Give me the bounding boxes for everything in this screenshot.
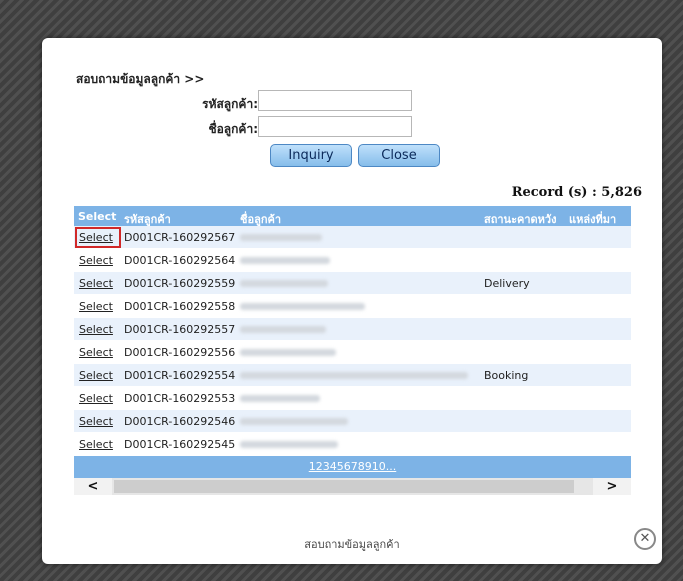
horizontal-scrollbar[interactable]: < >: [74, 478, 631, 495]
customer-code-cell: D001CR-160292558: [124, 300, 236, 313]
table-row: Select D001CR-160292557: [74, 318, 631, 341]
customer-grid: Select รหัสลูกค้า ชื่อลูกค้า สถานะคาดหวั…: [74, 206, 631, 495]
blurred-name-cell: [240, 326, 326, 333]
table-row: Select D001CR-160292559 Delivery: [74, 272, 631, 295]
table-row: Select D001CR-160292567: [74, 226, 631, 249]
dialog-footer-title: สอบถามข้อมูลลูกค้า: [304, 538, 400, 551]
close-icon[interactable]: ✕: [634, 528, 656, 550]
header-select: Select: [78, 210, 117, 223]
table-row: Select D001CR-160292564: [74, 249, 631, 272]
table-row: Select D001CR-160292545: [74, 433, 631, 456]
status-cell: Delivery: [484, 277, 530, 290]
form-title: สอบถามข้อมูลลูกค้า >>: [76, 72, 205, 86]
customer-code-cell: D001CR-160292545: [124, 438, 236, 451]
table-row: Select D001CR-160292558: [74, 295, 631, 318]
table-row: Select D001CR-160292553: [74, 387, 631, 410]
customer-code-cell: D001CR-160292546: [124, 415, 236, 428]
pagination[interactable]: 12345678910...: [74, 456, 631, 478]
scroll-right-icon[interactable]: >: [593, 478, 631, 495]
select-link[interactable]: Select: [79, 438, 113, 451]
blurred-name-cell: [240, 349, 336, 356]
customer-code-cell: D001CR-160292559: [124, 277, 236, 290]
customer-code-label: รหัสลูกค้า:: [202, 97, 258, 111]
blurred-name-cell: [240, 372, 468, 379]
table-row: Select D001CR-160292556: [74, 341, 631, 364]
select-link[interactable]: Select: [79, 415, 113, 428]
blurred-name-cell: [240, 257, 330, 264]
scroll-left-icon[interactable]: <: [74, 478, 112, 495]
blurred-name-cell: [240, 395, 320, 402]
customer-code-cell: D001CR-160292553: [124, 392, 236, 405]
select-link[interactable]: Select: [79, 254, 113, 267]
select-link[interactable]: Select: [79, 300, 113, 313]
status-cell: Booking: [484, 369, 529, 382]
customer-code-input[interactable]: [258, 90, 412, 111]
customer-code-cell: D001CR-160292554: [124, 369, 236, 382]
inquiry-button[interactable]: Inquiry: [270, 144, 352, 167]
customer-code-cell: D001CR-160292557: [124, 323, 236, 336]
customer-name-label: ชื่อลูกค้า:: [208, 122, 258, 136]
scrollbar-thumb[interactable]: [114, 480, 574, 493]
customer-inquiry-dialog: สอบถามข้อมูลลูกค้า >> รหัสลูกค้า: ชื่อลู…: [42, 38, 662, 564]
customer-code-cell: D001CR-160292564: [124, 254, 236, 267]
customer-code-cell: D001CR-160292567: [124, 231, 236, 244]
table-row: Select D001CR-160292546: [74, 410, 631, 433]
select-link[interactable]: Select: [79, 392, 113, 405]
customer-code-cell: D001CR-160292556: [124, 346, 236, 359]
select-link[interactable]: Select: [79, 369, 113, 382]
grid-header: Select รหัสลูกค้า ชื่อลูกค้า สถานะคาดหวั…: [74, 206, 631, 226]
blurred-name-cell: [240, 303, 365, 310]
select-link[interactable]: Select: [79, 346, 113, 359]
blurred-name-cell: [240, 441, 338, 448]
customer-name-input[interactable]: [258, 116, 412, 137]
close-button[interactable]: Close: [358, 144, 440, 167]
select-link[interactable]: Select: [79, 323, 113, 336]
blurred-name-cell: [240, 280, 328, 287]
selection-highlight: [75, 227, 121, 248]
select-link[interactable]: Select: [79, 277, 113, 290]
blurred-name-cell: [240, 418, 348, 425]
blurred-name-cell: [240, 234, 322, 241]
record-count: Record (s) : 5,826: [511, 185, 642, 200]
table-row: Select D001CR-160292554 Booking: [74, 364, 631, 387]
